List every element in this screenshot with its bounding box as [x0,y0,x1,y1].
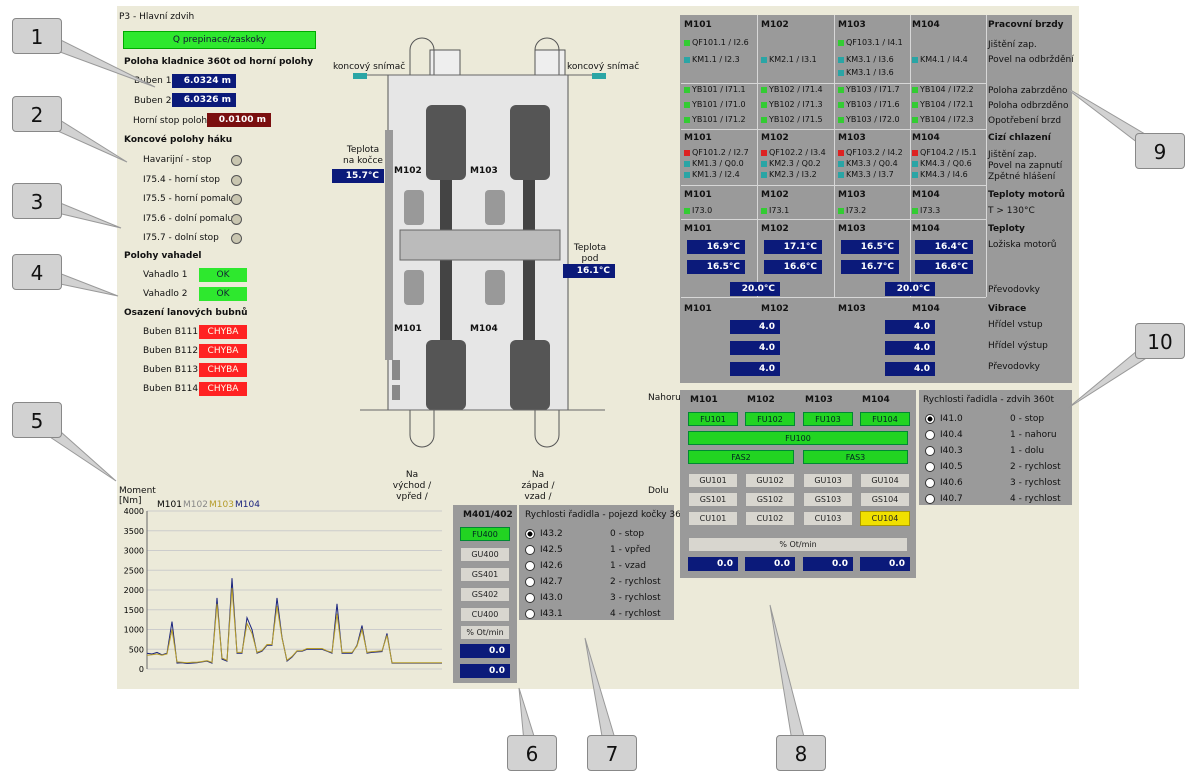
callout-8: 8 [776,735,826,771]
callout-9: 9 [1135,133,1185,169]
callout-7: 7 [587,735,637,771]
callout-1: 1 [12,18,62,54]
callout-pointers [31,28,1165,756]
callout-pointer [769,604,809,756]
callout-2: 2 [12,96,62,132]
callout-5: 5 [12,402,62,438]
callout-6: 6 [507,735,557,771]
callout-10: 10 [1135,323,1185,359]
callout-4: 4 [12,254,62,290]
callout-3: 3 [12,183,62,219]
